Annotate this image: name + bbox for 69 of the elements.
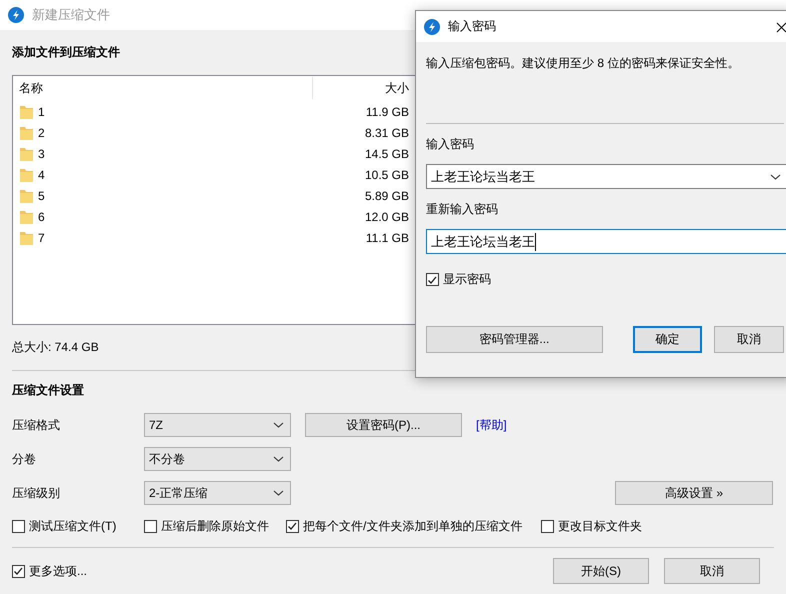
column-header[interactable]: 大小 <box>313 80 409 96</box>
checkmark-icon <box>13 566 24 576</box>
file-size: 5.89 GB <box>364 188 409 202</box>
file-name: 5 <box>38 188 45 202</box>
app-icon <box>424 18 440 34</box>
checkbox[interactable] <box>12 564 25 578</box>
file-size: 11.9 GB <box>364 104 409 118</box>
section-heading: 添加文件到压缩文件 <box>12 44 121 61</box>
cancel-button[interactable]: 取消 <box>664 558 760 584</box>
total-size: 总大小: 74.4 GB <box>12 339 99 356</box>
checkmark-icon <box>287 521 298 531</box>
checkmark-icon <box>427 274 438 284</box>
field-label: 输入密码 <box>426 136 475 153</box>
caret-icon <box>770 174 781 180</box>
password-manager-button[interactable]: 密码管理器... <box>426 326 603 353</box>
option-label: 压缩后删除原始文件 <box>161 518 269 534</box>
folder-icon <box>19 104 34 120</box>
checkbox[interactable] <box>541 520 554 532</box>
option-label: 测试压缩文件(T) <box>29 518 116 534</box>
option-label: 更多选项... <box>29 562 88 580</box>
cancel-button[interactable]: 取消 <box>714 326 784 353</box>
close-icon[interactable] <box>776 22 786 33</box>
start-button[interactable]: 开始(S) <box>553 558 649 584</box>
file-size: 12.0 GB <box>364 210 409 224</box>
checkbox-label: 显示密码 <box>443 271 491 288</box>
column-header[interactable]: 名称 <box>13 77 313 99</box>
dialog-description: 输入压缩包密码。建议使用至少 8 位的密码来保证安全性。 <box>426 55 740 72</box>
file-size: 10.5 GB <box>364 168 409 182</box>
file-size: 11.1 GB <box>364 230 409 244</box>
confirm-password-field[interactable]: 上老王论坛当老王 <box>426 229 786 254</box>
setting-label: 压缩格式 <box>12 416 61 434</box>
checkbox[interactable] <box>286 520 299 532</box>
setting-label: 分卷 <box>12 450 37 468</box>
set-password-button[interactable]: 设置密码(P)... <box>305 413 462 437</box>
file-name: 4 <box>38 168 45 182</box>
folder-icon <box>19 208 34 224</box>
dialog-title: 输入密码 <box>448 18 496 35</box>
setting-dropdown[interactable]: 7Z <box>144 413 291 437</box>
caret-icon <box>273 490 284 496</box>
file-name: 2 <box>38 126 45 140</box>
folder-icon <box>19 146 34 162</box>
field-label: 重新输入密码 <box>426 201 499 218</box>
advanced-settings-button[interactable]: 高级设置 » <box>615 481 773 505</box>
caret-icon <box>273 422 284 428</box>
caret-icon <box>273 456 284 462</box>
help-link[interactable]: [帮助] <box>476 416 507 434</box>
section-heading: 压缩文件设置 <box>12 382 85 399</box>
checkbox[interactable] <box>144 520 157 532</box>
file-name: 7 <box>38 230 45 244</box>
checkbox[interactable] <box>426 273 439 286</box>
checkbox[interactable] <box>12 520 25 532</box>
app-icon <box>8 7 24 23</box>
file-name: 1 <box>38 104 45 118</box>
setting-dropdown[interactable]: 不分卷 <box>144 447 291 471</box>
option-label: 把每个文件/文件夹添加到单独的压缩文件 <box>303 518 522 534</box>
folder-icon <box>19 124 34 140</box>
setting-dropdown[interactable]: 2-正常压缩 <box>144 481 291 505</box>
password-field[interactable]: 上老王论坛当老王 <box>426 164 786 189</box>
folder-icon <box>19 188 34 204</box>
file-size: 8.31 GB <box>364 126 409 140</box>
setting-label: 压缩级别 <box>12 484 61 502</box>
option-label: 更改目标文件夹 <box>558 518 642 534</box>
folder-icon <box>19 166 34 182</box>
file-size: 14.5 GB <box>364 146 409 160</box>
ok-button[interactable]: 确定 <box>632 326 702 353</box>
folder-icon <box>19 230 34 246</box>
window-title: 新建压缩文件 <box>32 6 110 24</box>
file-name: 3 <box>38 146 45 160</box>
file-name: 6 <box>38 210 45 224</box>
